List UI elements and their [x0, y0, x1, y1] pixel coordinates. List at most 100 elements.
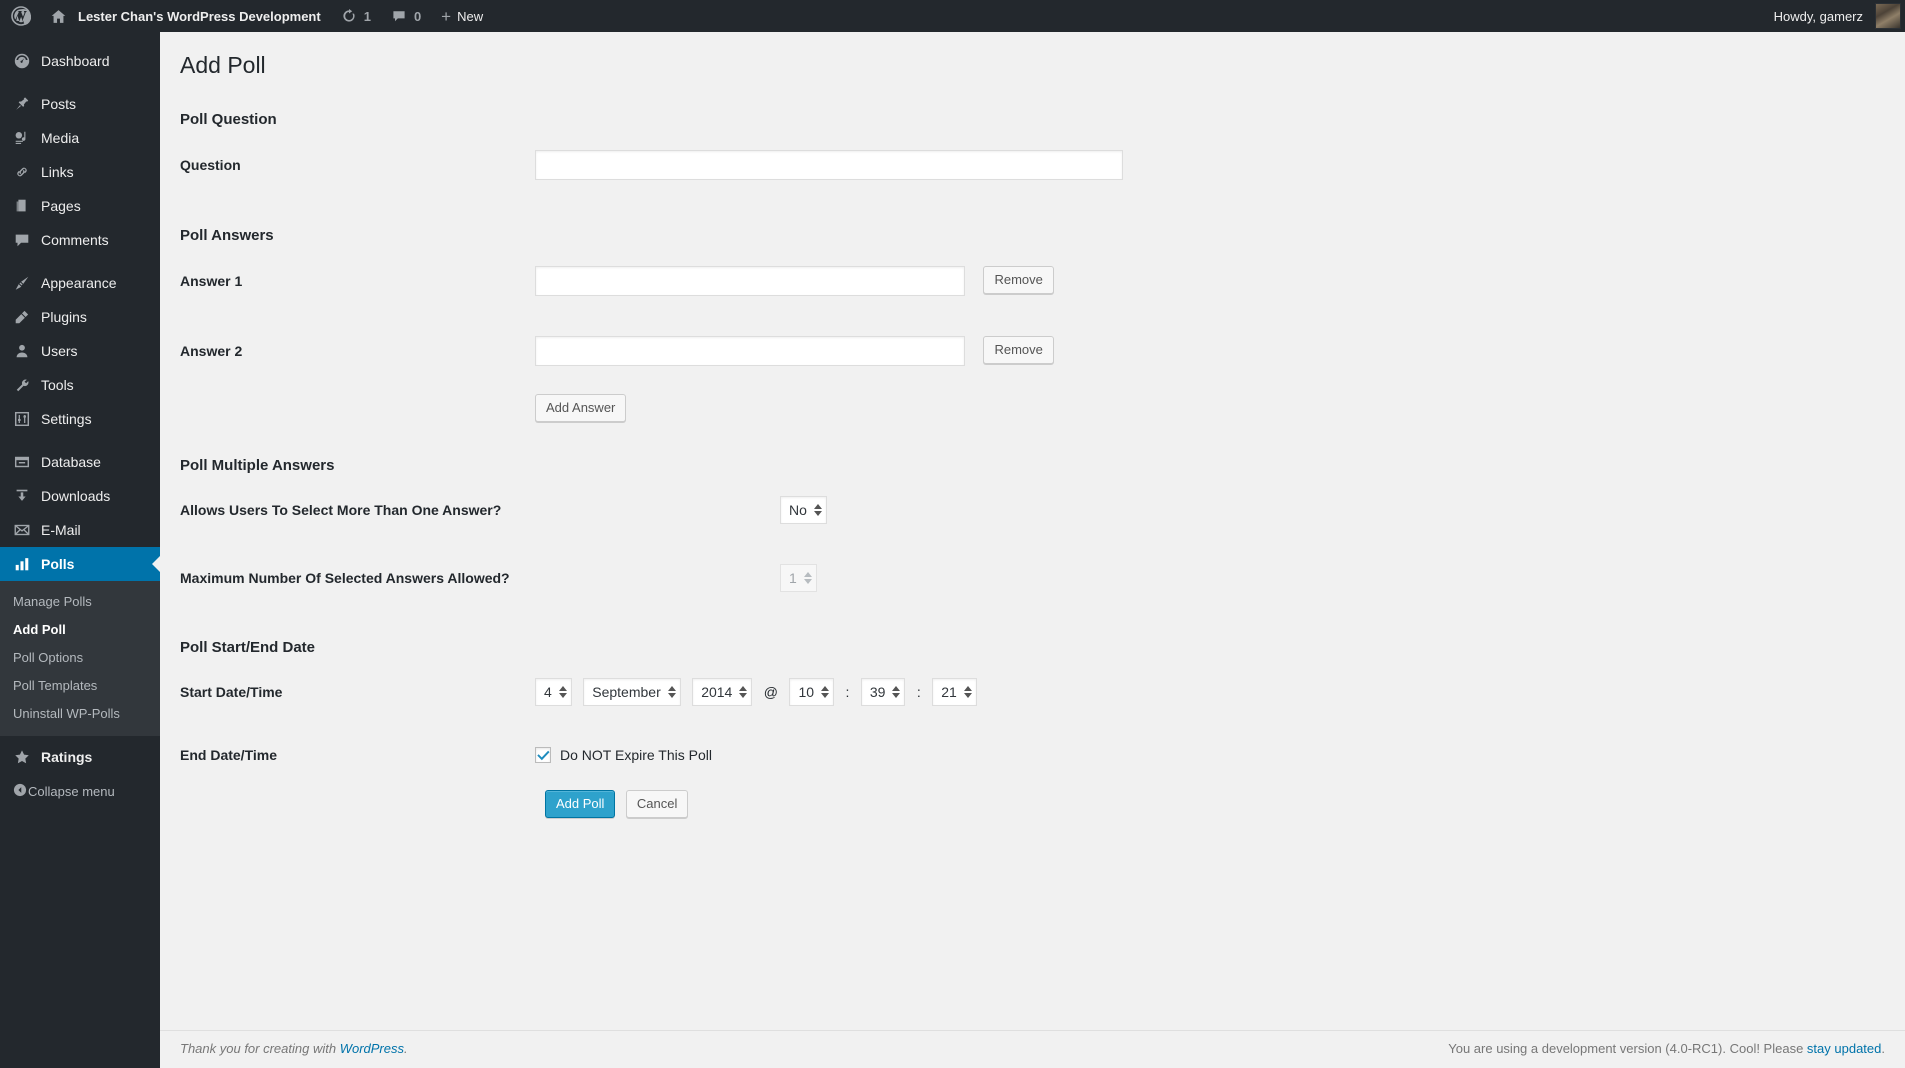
do-not-expire-row: Do NOT Expire This Poll [535, 747, 1875, 764]
start-minute-select[interactable]: 39 [860, 678, 906, 706]
sidebar-item-ratings[interactable]: Ratings [0, 740, 160, 774]
my-account-button[interactable]: Howdy, gamerz [1754, 0, 1875, 32]
sidebar-item-appearance[interactable]: Appearance [0, 266, 160, 300]
sidebar-item-settings[interactable]: Settings [0, 402, 160, 436]
stay-updated-link[interactable]: stay updated [1807, 1041, 1881, 1056]
sidebar-separator [0, 78, 160, 87]
collapse-menu-label: Collapse menu [28, 783, 115, 799]
sidebar-item-posts[interactable]: Posts [0, 87, 160, 121]
sidebar-separator [0, 257, 160, 266]
do-not-expire-checkbox[interactable] [535, 747, 551, 764]
sidebar-subitem-poll-options[interactable]: Poll Options [0, 644, 160, 672]
updates-count: 1 [363, 8, 371, 24]
start-month-select[interactable]: September [583, 678, 681, 706]
sidebar-item-links[interactable]: Links [0, 155, 160, 189]
sidebar-item-label: Downloads [41, 488, 111, 504]
start-day-value: 4 [544, 684, 552, 700]
add-poll-form-wrap: Add Poll Poll Question Question Poll Ans… [160, 32, 1905, 819]
comment-bubble-icon [12, 230, 32, 250]
sidebar-top-group: Dashboard Posts Media Links Pages Commen… [0, 32, 160, 808]
howdy-label: Howdy, gamerz [1773, 8, 1863, 24]
max-answers-label: Maximum Number Of Selected Answers Allow… [180, 569, 510, 586]
plus-icon: + [441, 6, 452, 26]
sidebar-subitem-add-poll[interactable]: Add Poll [0, 616, 160, 644]
allow-multiple-field-cell: No [780, 476, 1885, 544]
start-hour-value: 10 [798, 684, 815, 700]
sidebar-item-database[interactable]: Database [0, 445, 160, 479]
media-icon [12, 128, 32, 148]
answer-1-field-cell: Remove [535, 246, 1885, 316]
cancel-button[interactable]: Cancel [625, 790, 689, 819]
collapse-arrow-icon [12, 782, 28, 801]
sidebar-item-label: Ratings [41, 749, 93, 765]
answer-1-input[interactable] [535, 266, 965, 296]
max-answers-select[interactable]: 1 [780, 564, 817, 592]
answer-1-label: Answer 1 [180, 272, 243, 289]
updates-icon [341, 8, 357, 24]
answer-2-field-cell: Remove [535, 316, 1885, 386]
colon-separator: : [916, 684, 921, 700]
add-answer-spacer [180, 386, 535, 430]
paintbrush-icon [12, 273, 32, 293]
max-answers-field-cell: 1 [780, 544, 1885, 612]
admin-footer: Thank you for creating with WordPress. Y… [160, 1030, 1905, 1068]
chevron-updown-icon [813, 504, 822, 516]
section-heading-poll-multiple-answers: Poll Multiple Answers [180, 457, 335, 474]
footer-version: You are using a development version (4.0… [1448, 1041, 1885, 1056]
sidebar-item-polls[interactable]: Polls [0, 547, 160, 581]
remove-answer-2-button[interactable]: Remove [983, 336, 1054, 364]
sidebar-item-label: Links [41, 164, 74, 180]
dashboard-icon [12, 51, 32, 71]
sidebar-item-plugins[interactable]: Plugins [0, 300, 160, 334]
chevron-updown-icon [821, 686, 830, 698]
add-answer-button[interactable]: Add Answer [535, 394, 627, 422]
sidebar-subitem-manage-polls[interactable]: Manage Polls [0, 588, 160, 616]
chevron-updown-icon [803, 572, 812, 584]
question-input[interactable] [535, 150, 1123, 180]
sidebar-subitem-poll-templates[interactable]: Poll Templates [0, 672, 160, 700]
sidebar-item-downloads[interactable]: Downloads [0, 479, 160, 513]
do-not-expire-label: Do NOT Expire This Poll [560, 747, 712, 764]
wordpress-logo-button[interactable] [0, 0, 40, 32]
page-title: Add Poll [180, 52, 266, 78]
wordpress-link[interactable]: WordPress [340, 1041, 404, 1056]
updates-button[interactable]: 1 [331, 0, 381, 32]
chevron-updown-icon [892, 686, 901, 698]
envelope-icon [12, 520, 32, 540]
poll-multiple-answers-table: Allows Users To Select More Than One Ans… [180, 476, 1885, 612]
collapse-menu-button[interactable]: Collapse menu [0, 774, 160, 808]
sidebar-subitem-uninstall-wp-polls[interactable]: Uninstall WP-Polls [0, 700, 160, 728]
sidebar-item-tools[interactable]: Tools [0, 368, 160, 402]
start-day-select[interactable]: 4 [535, 678, 572, 706]
footer-thankyou-prefix: Thank you for creating with [180, 1041, 340, 1056]
sidebar-item-label: Database [41, 454, 101, 470]
sidebar-item-dashboard[interactable]: Dashboard [0, 44, 160, 78]
add-answer-row: Add Answer [180, 386, 1885, 430]
answer-row: Answer 2 Remove [180, 316, 1885, 386]
sidebar-item-media[interactable]: Media [0, 121, 160, 155]
pages-icon [12, 196, 32, 216]
add-poll-submit-button[interactable]: Add Poll [545, 790, 616, 819]
site-name-button[interactable]: Lester Chan's WordPress Development [40, 0, 331, 32]
site-name-label: Lester Chan's WordPress Development [78, 8, 321, 24]
start-second-value: 21 [941, 684, 957, 700]
answer-2-input[interactable] [535, 336, 965, 366]
new-content-button[interactable]: + New [431, 0, 493, 32]
section-heading-poll-start-end-date: Poll Start/End Date [180, 639, 316, 656]
at-separator: @ [763, 684, 779, 700]
remove-answer-1-button[interactable]: Remove [983, 266, 1054, 294]
start-hour-select[interactable]: 10 [789, 678, 835, 706]
sidebar-item-comments[interactable]: Comments [0, 223, 160, 257]
sidebar-item-pages[interactable]: Pages [0, 189, 160, 223]
start-year-select[interactable]: 2014 [692, 678, 753, 706]
start-second-select[interactable]: 21 [932, 678, 977, 706]
allow-multiple-row: Allows Users To Select More Than One Ans… [180, 476, 1885, 544]
comment-bubble-icon [391, 8, 407, 24]
start-minute-value: 39 [869, 684, 886, 700]
comments-button[interactable]: 0 [381, 0, 431, 32]
sidebar-item-users[interactable]: Users [0, 334, 160, 368]
sidebar-item-label: Settings [41, 411, 92, 427]
sidebar-item-email[interactable]: E-Mail [0, 513, 160, 547]
pin-icon [12, 94, 32, 114]
allow-multiple-select[interactable]: No [780, 496, 827, 524]
